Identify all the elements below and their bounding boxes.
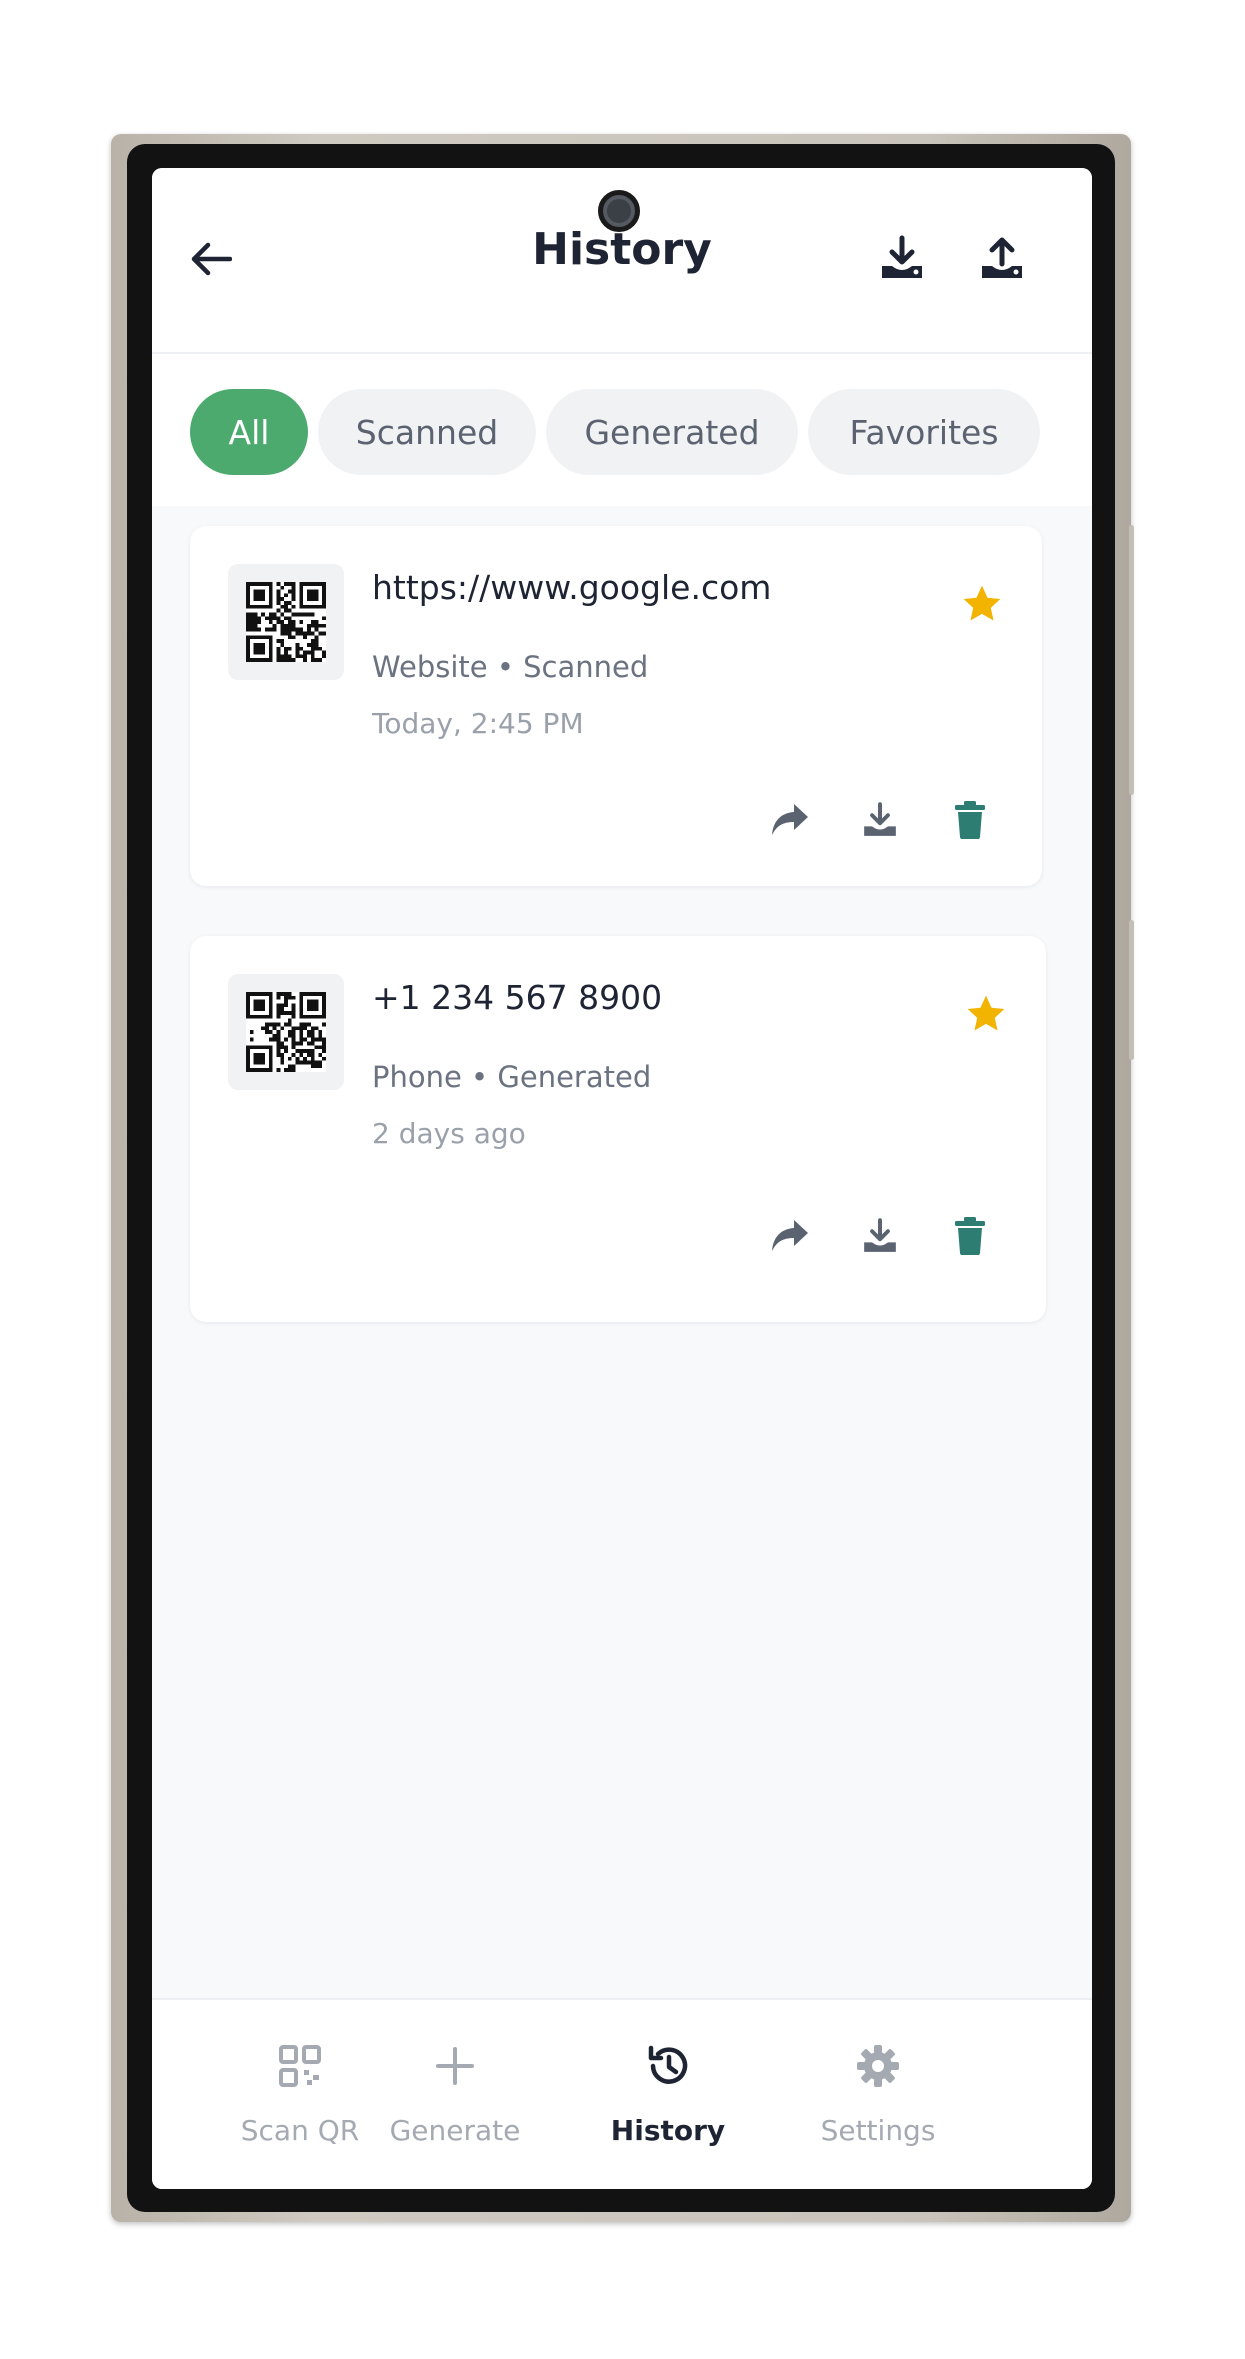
trash-icon bbox=[955, 801, 985, 839]
download-item-button[interactable] bbox=[856, 796, 904, 844]
filter-chip-favorites[interactable]: Favorites bbox=[808, 389, 1040, 475]
history-item-title: https://www.google.com bbox=[372, 568, 772, 607]
delete-button[interactable] bbox=[946, 1212, 994, 1260]
qr-thumbnail bbox=[228, 974, 344, 1090]
share-icon bbox=[772, 1220, 808, 1251]
history-item-meta: Phone • Generated bbox=[372, 1060, 652, 1094]
delete-button[interactable] bbox=[946, 796, 994, 844]
nav-label: History bbox=[610, 2114, 726, 2147]
plus-icon bbox=[436, 2047, 474, 2085]
bottom-navigation: Scan QR Generate History Settings bbox=[152, 1998, 1092, 2189]
nav-label: Scan QR bbox=[240, 2114, 360, 2147]
download-button[interactable] bbox=[872, 228, 932, 288]
nav-generate[interactable]: Generate bbox=[365, 2036, 545, 2156]
filter-chip-scanned[interactable]: Scanned bbox=[318, 389, 536, 475]
phone-side-button bbox=[1129, 920, 1134, 1060]
gear-icon-wrapper bbox=[788, 2036, 968, 2096]
nav-label: Generate bbox=[389, 2114, 521, 2147]
download-icon bbox=[864, 802, 896, 836]
filter-chip-all[interactable]: All bbox=[190, 389, 308, 475]
plus-icon-wrapper bbox=[365, 2036, 545, 2096]
upload-icon bbox=[982, 237, 1022, 278]
filter-chip-generated[interactable]: Generated bbox=[546, 389, 798, 475]
history-item-time: 2 days ago bbox=[372, 1117, 526, 1150]
share-button[interactable] bbox=[766, 1212, 814, 1260]
qr-icon bbox=[279, 2045, 321, 2087]
app-screen: History All Scanned Generated Favorites … bbox=[152, 168, 1092, 2189]
star-icon bbox=[967, 995, 1005, 1031]
history-item-title: +1 234 567 8900 bbox=[372, 978, 663, 1017]
qr-code-icon bbox=[246, 582, 326, 662]
qr-icon-wrapper bbox=[210, 2036, 390, 2096]
download-icon bbox=[864, 1218, 896, 1252]
gear-icon bbox=[857, 2045, 899, 2087]
history-icon bbox=[648, 2045, 688, 2084]
history-card[interactable]: +1 234 567 8900 Phone • Generated 2 days… bbox=[190, 936, 1046, 1322]
phone-side-button bbox=[1129, 525, 1134, 795]
share-icon bbox=[772, 804, 808, 835]
history-item-time: Today, 2:45 PM bbox=[372, 707, 584, 740]
nav-settings[interactable]: Settings bbox=[788, 2036, 968, 2156]
history-card[interactable]: https://www.google.com Website • Scanned… bbox=[190, 526, 1042, 886]
download-icon bbox=[882, 235, 922, 278]
nav-scan-qr[interactable]: Scan QR bbox=[210, 2036, 390, 2156]
history-item-meta: Website • Scanned bbox=[372, 650, 649, 684]
share-button[interactable] bbox=[766, 796, 814, 844]
upload-button[interactable] bbox=[972, 228, 1032, 288]
front-camera bbox=[598, 190, 640, 232]
history-icon-wrapper bbox=[578, 2036, 758, 2096]
favorite-toggle[interactable] bbox=[964, 992, 1008, 1036]
favorite-toggle[interactable] bbox=[960, 582, 1004, 626]
nav-label: Settings bbox=[820, 2114, 936, 2147]
qr-code-icon bbox=[246, 992, 326, 1072]
qr-thumbnail bbox=[228, 564, 344, 680]
star-icon bbox=[963, 585, 1001, 621]
trash-icon bbox=[955, 1217, 985, 1255]
nav-history[interactable]: History bbox=[578, 2036, 758, 2156]
download-item-button[interactable] bbox=[856, 1212, 904, 1260]
